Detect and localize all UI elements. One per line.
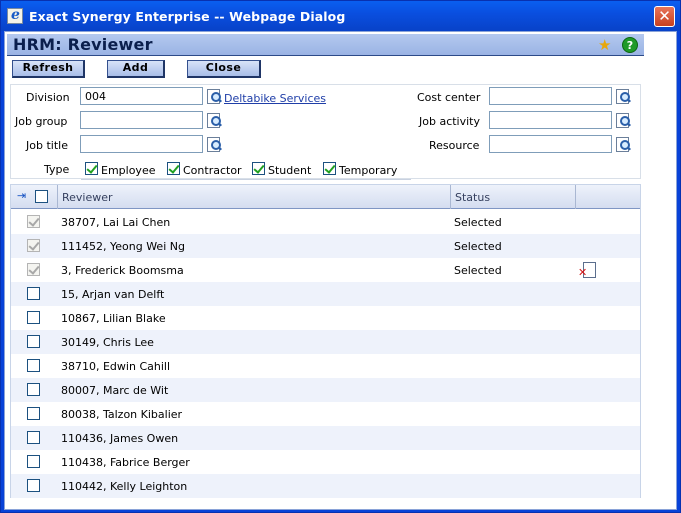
table-row[interactable]: 111452, Yeong Wei Ng Selected (11, 234, 640, 258)
action-column-header (576, 185, 640, 209)
reviewer-cell: 80038, Talzon Kibalier (61, 408, 183, 421)
row-select-checkbox[interactable] (27, 311, 40, 324)
resource-lookup-icon[interactable] (615, 136, 631, 152)
resource-input[interactable] (489, 135, 612, 153)
row-select-checkbox (27, 215, 40, 228)
type-student-label: Student (268, 164, 312, 177)
dialog-content: HRM: Reviewer ★ ? Refresh Add Close Divi… (4, 31, 677, 510)
row-select-checkbox[interactable] (27, 287, 40, 300)
job-title-input[interactable] (80, 135, 203, 153)
reviewer-cell: 110436, James Owen (61, 432, 179, 445)
table-row[interactable]: 38707, Lai Lai Chen Selected (11, 210, 640, 234)
reviewer-cell: 10867, Lilian Blake (61, 312, 166, 325)
close-button[interactable]: Close (187, 60, 261, 78)
status-column-header[interactable]: Status (451, 185, 576, 209)
table-row[interactable]: 110438, Fabrice Berger (11, 450, 640, 474)
status-cell: Selected (454, 264, 502, 277)
table-row[interactable]: 110442, Kelly Leighton (11, 474, 640, 498)
job-title-lookup-icon[interactable] (206, 136, 222, 152)
resource-label: Resource (429, 139, 480, 152)
dialog-window: Exact Synergy Enterprise -- Webpage Dial… (0, 0, 681, 513)
job-title-label: Job title (26, 139, 68, 152)
table-row[interactable]: 38710, Edwin Cahill (11, 354, 640, 378)
cost-center-input[interactable] (489, 87, 612, 105)
job-group-input[interactable] (80, 111, 203, 129)
reviewer-cell: 3, Frederick Boomsma (61, 264, 184, 277)
cost-center-lookup-icon[interactable] (615, 88, 631, 104)
type-temporary-checkbox[interactable] (323, 162, 336, 175)
cost-center-label: Cost center (417, 91, 481, 104)
job-group-lookup-icon[interactable] (206, 112, 222, 128)
type-label: Type (44, 163, 70, 176)
division-link[interactable]: Deltabike Services (224, 92, 326, 105)
add-button[interactable]: Add (107, 60, 165, 78)
row-select-checkbox[interactable] (27, 431, 40, 444)
grid-header: ⇥ Reviewer Status (11, 185, 640, 209)
job-activity-lookup-icon[interactable] (615, 112, 631, 128)
reviewer-cell: 111452, Yeong Wei Ng (61, 240, 185, 253)
job-activity-label: Job activity (419, 115, 480, 128)
internet-explorer-icon (7, 7, 23, 24)
status-column-label: Status (455, 191, 491, 204)
type-employee-label: Employee (101, 164, 156, 177)
row-select-checkbox[interactable] (27, 359, 40, 372)
status-cell: Selected (454, 240, 502, 253)
row-select-checkbox[interactable] (27, 383, 40, 396)
reviewer-cell: 38710, Edwin Cahill (61, 360, 171, 373)
type-contractor-label: Contractor (183, 164, 242, 177)
row-select-checkbox[interactable] (27, 479, 40, 492)
type-student-checkbox[interactable] (252, 162, 265, 175)
division-lookup-icon[interactable] (206, 88, 222, 104)
row-select-checkbox[interactable] (27, 335, 40, 348)
type-divider (81, 179, 411, 180)
reviewer-grid: ⇥ Reviewer Status 38707, Lai Lai Chen Sel… (10, 184, 641, 498)
type-temporary-label: Temporary (339, 164, 398, 177)
reviewer-cell: 15, Arjan van Delft (61, 288, 165, 301)
reviewer-cell: 80007, Marc de Wit (61, 384, 169, 397)
select-all-checkbox[interactable] (35, 190, 48, 203)
table-row[interactable]: 80038, Talzon Kibalier (11, 402, 640, 426)
table-row[interactable]: 30149, Chris Lee (11, 330, 640, 354)
row-select-checkbox (27, 263, 40, 276)
reviewer-column-label: Reviewer (62, 191, 113, 204)
select-column-header: ⇥ (11, 185, 58, 209)
table-row[interactable]: 15, Arjan van Delft (11, 282, 640, 306)
page-header: HRM: Reviewer ★ ? (7, 34, 644, 56)
reviewer-column-header[interactable]: Reviewer (58, 185, 451, 209)
status-cell: Selected (454, 216, 502, 229)
pin-icon[interactable]: ⇥ (17, 190, 27, 201)
favorite-star-icon[interactable]: ★ (598, 37, 614, 53)
reviewer-cell: 30149, Chris Lee (61, 336, 154, 349)
table-row[interactable]: 10867, Lilian Blake (11, 306, 640, 330)
type-contractor-checkbox[interactable] (167, 162, 180, 175)
table-row[interactable]: 80007, Marc de Wit (11, 378, 640, 402)
help-icon[interactable]: ? (622, 37, 638, 53)
title-bar: Exact Synergy Enterprise -- Webpage Dial… (1, 1, 680, 31)
delete-reviewer-icon[interactable] (578, 262, 596, 278)
reviewer-cell: 38707, Lai Lai Chen (61, 216, 171, 229)
division-input[interactable] (80, 87, 203, 105)
filter-panel: Division Deltabike Services Job group Jo… (10, 84, 641, 180)
window-close-button[interactable]: ✕ (654, 6, 675, 27)
window-title: Exact Synergy Enterprise -- Webpage Dial… (29, 9, 346, 24)
page-title: HRM: Reviewer (13, 35, 153, 54)
reviewer-cell: 110442, Kelly Leighton (61, 480, 188, 493)
row-select-checkbox (27, 239, 40, 252)
table-row[interactable]: 110436, James Owen (11, 426, 640, 450)
reviewer-cell: 110438, Fabrice Berger (61, 456, 190, 469)
job-group-label: Job group (15, 115, 68, 128)
table-row[interactable]: 3, Frederick Boomsma Selected (11, 258, 640, 282)
refresh-button[interactable]: Refresh (12, 60, 85, 78)
type-employee-checkbox[interactable] (85, 162, 98, 175)
job-activity-input[interactable] (489, 111, 612, 129)
division-label: Division (26, 91, 70, 104)
row-select-checkbox[interactable] (27, 407, 40, 420)
row-select-checkbox[interactable] (27, 455, 40, 468)
